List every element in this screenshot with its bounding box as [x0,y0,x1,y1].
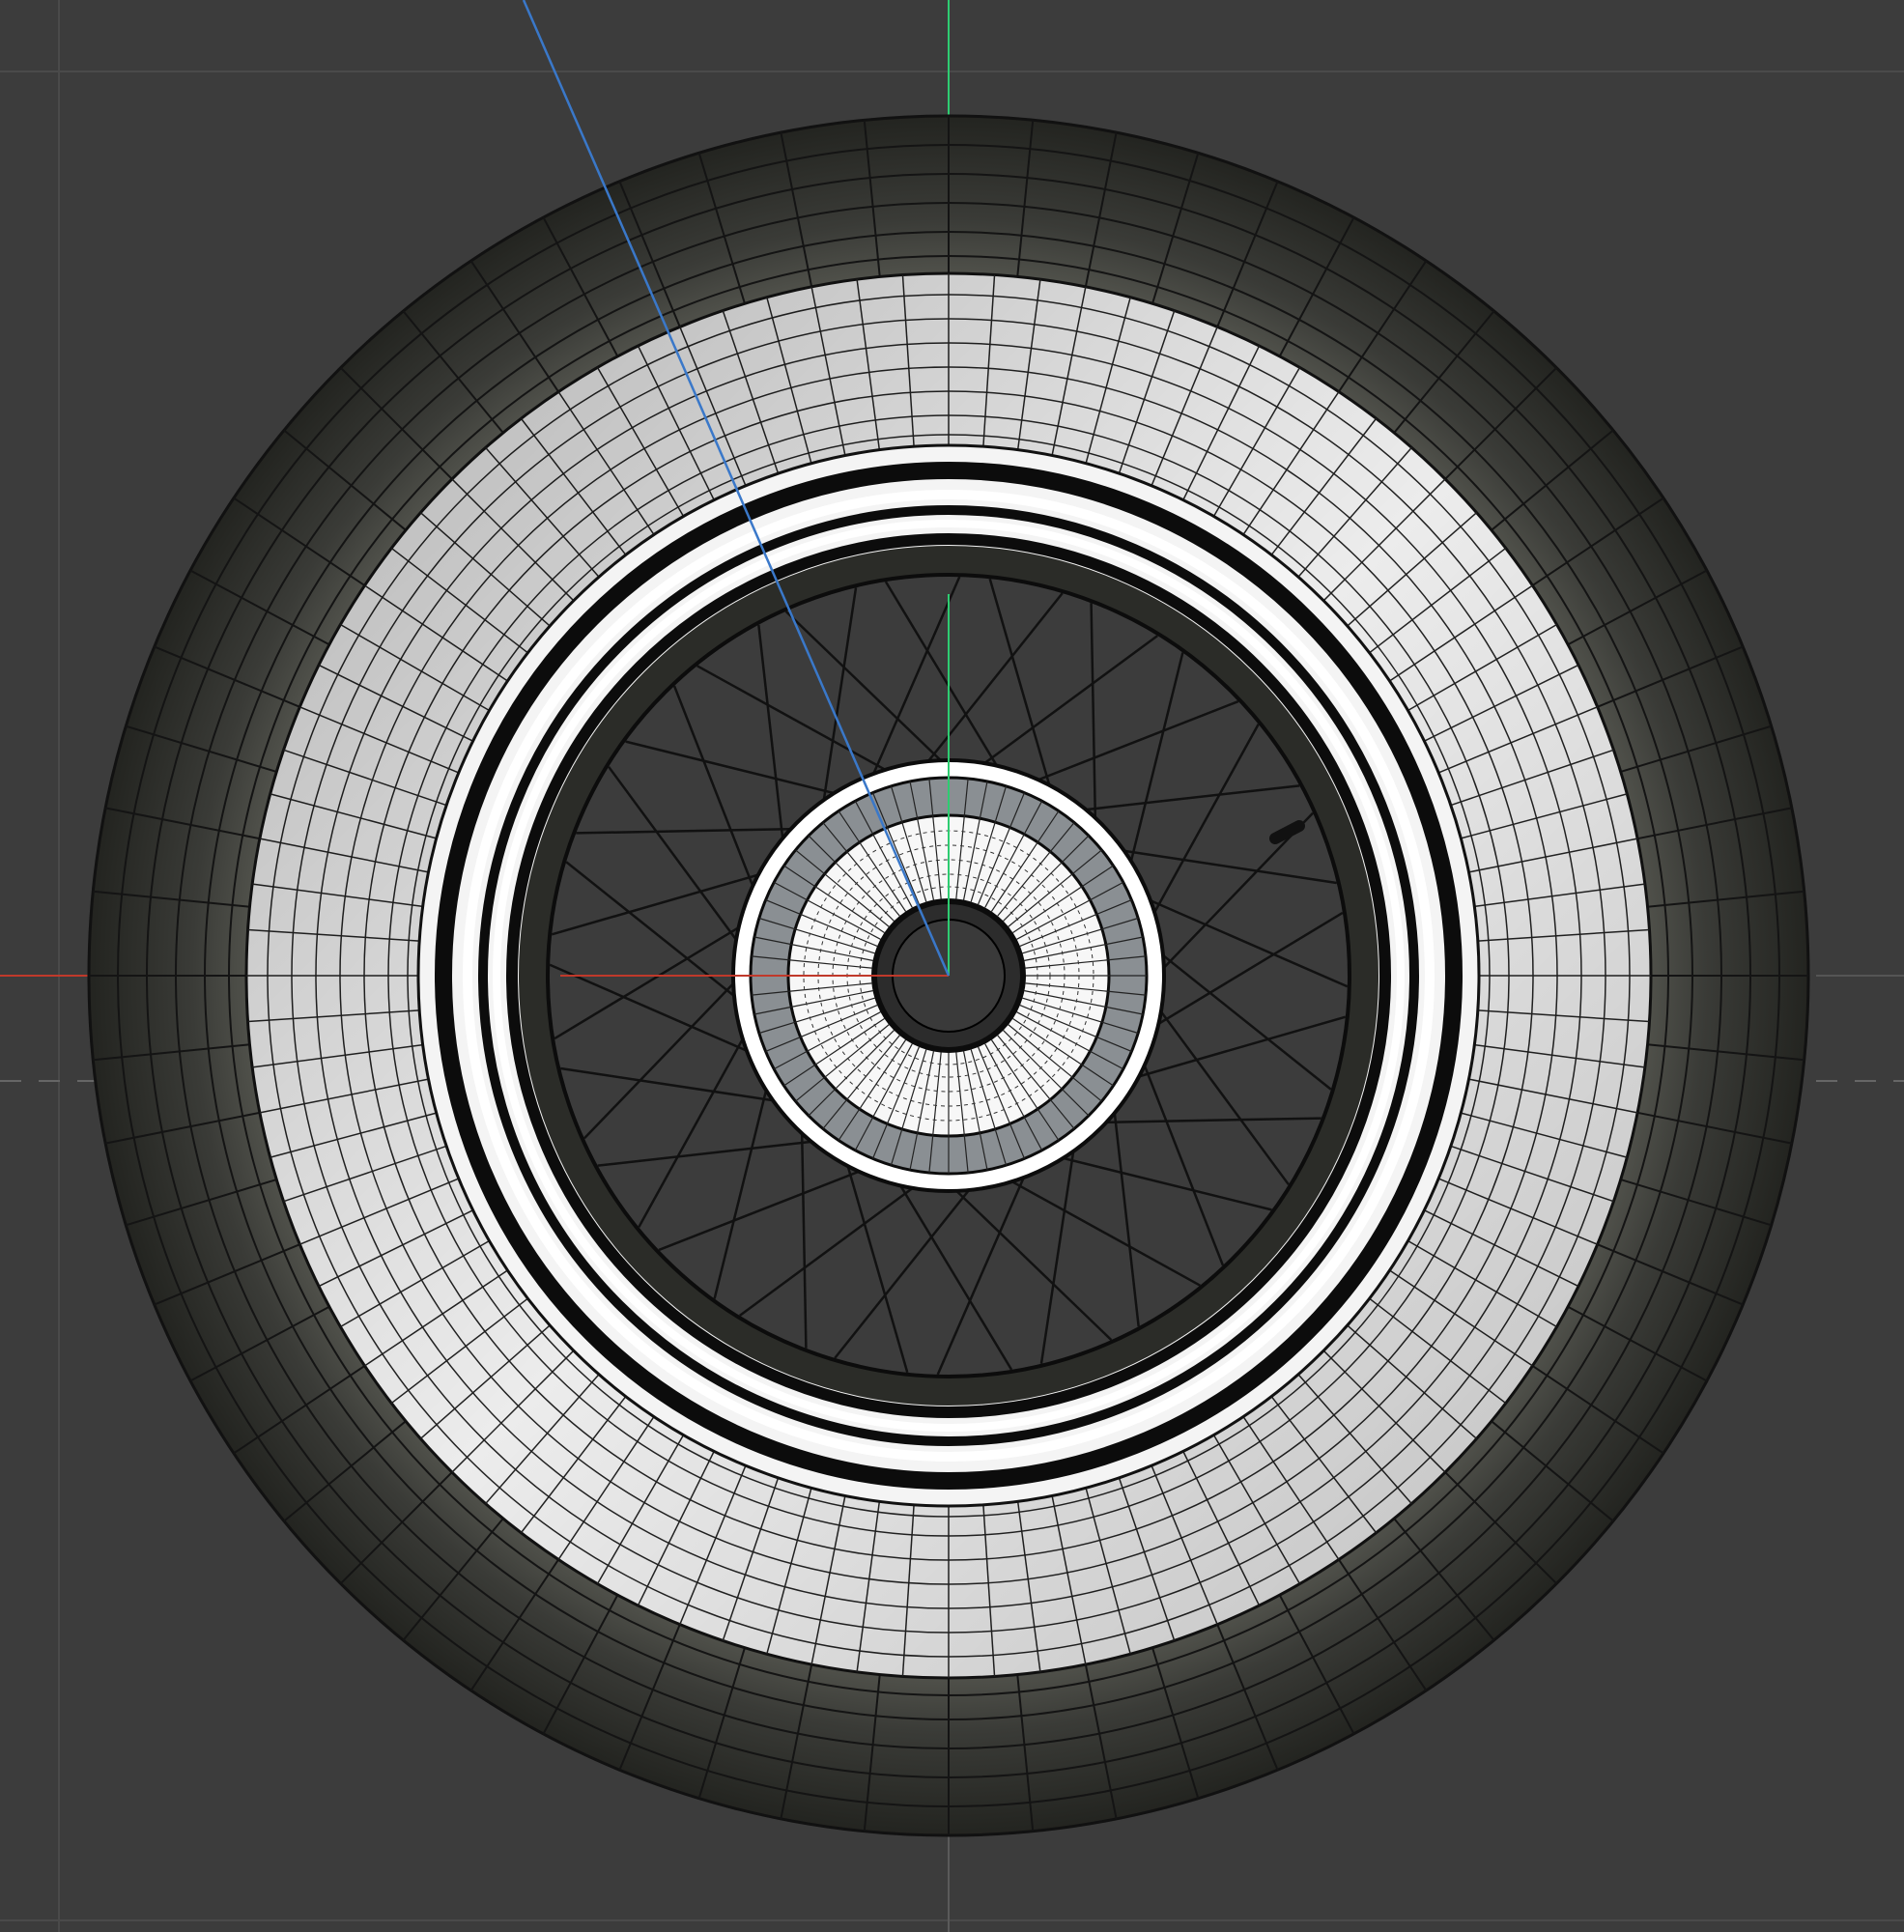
viewport-canvas[interactable] [0,0,1904,1932]
3d-viewport[interactable] [0,0,1904,1932]
